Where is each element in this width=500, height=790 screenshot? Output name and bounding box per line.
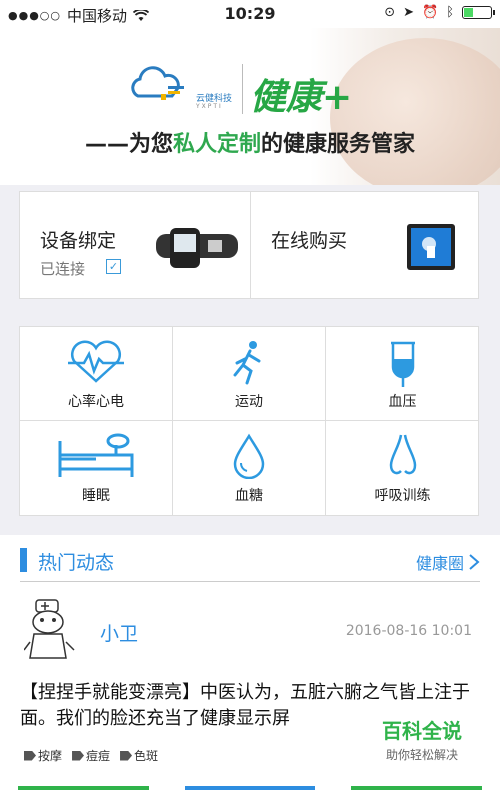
bluetooth-icon: ᛒ [446, 5, 454, 20]
wristband-icon [156, 228, 238, 268]
post-author[interactable]: 小卫 [100, 619, 138, 646]
sleep-tile[interactable]: 睡眠 [20, 421, 173, 515]
avatar[interactable] [24, 598, 76, 664]
heart-rate-icon [68, 340, 124, 383]
tag-icon [24, 750, 36, 761]
battery-icon [462, 6, 495, 19]
chevron-right-icon [469, 554, 480, 570]
banner-slogan: ——为您私人定制的健康服务管家 [84, 132, 416, 157]
tag-acne[interactable]: 痘痘 [72, 747, 110, 764]
tag-icon [72, 750, 85, 761]
location-icon: ➤ [403, 5, 414, 20]
cloud-logo-icon [131, 66, 184, 100]
online-purchase-card[interactable]: 在线购买 [251, 192, 479, 298]
divider [20, 581, 480, 582]
connection-status: 已连接 [40, 260, 86, 278]
drop-icon [233, 433, 265, 479]
heart-rate-tile[interactable]: 心率心电 [20, 327, 173, 421]
section-title: 热门动态 [38, 552, 115, 574]
blood-pressure-icon [390, 341, 415, 387]
breathing-training-tile[interactable]: 呼吸训练 [326, 421, 479, 515]
brand-logo: 健康+ [250, 77, 353, 118]
logo-divider [242, 64, 243, 114]
status-bar: ●●●○○ 中国移动 10:29 ⊙ ➤ ⏰ ᛒ [0, 0, 500, 28]
checkbox-icon: ✓ [106, 259, 121, 274]
running-icon [233, 341, 261, 385]
health-circle-link[interactable]: 健康圈 [416, 550, 480, 574]
tag-spots[interactable]: 色斑 [120, 747, 158, 764]
section-accent-bar [20, 548, 27, 572]
post-date: 2016-08-16 10:01 [345, 623, 472, 639]
health-function-grid: 心率心电 运动 血压 睡眠 血糖 呼吸训练 [19, 326, 479, 516]
blood-pressure-tile[interactable]: 血压 [326, 327, 479, 421]
hot-feed-section: 热门动态 健康圈 小卫 2016-08-16 10:01 【捏捏手就能变漂亮】中… [0, 535, 500, 790]
blood-sugar-tile[interactable]: 血糖 [173, 421, 326, 515]
hands-image [330, 38, 500, 185]
rotation-lock-icon: ⊙ [384, 5, 396, 20]
device-panel: 设备绑定 已连接 ✓ 在线购买 [19, 191, 479, 299]
online-purchase-title: 在线购买 [271, 230, 348, 252]
bed-icon [58, 433, 134, 477]
tablet-icon [407, 224, 455, 270]
alarm-icon: ⏰ [422, 5, 439, 20]
nose-icon [389, 434, 416, 475]
bottom-strips [0, 786, 500, 790]
device-binding-title: 设备绑定 [40, 230, 117, 252]
tag-massage[interactable]: 按摩 [24, 747, 62, 764]
post-tags: 按摩 痘痘 色斑 [24, 747, 158, 764]
tag-icon [120, 750, 133, 761]
watermark: 百科全说 助你轻松解决 [382, 719, 462, 762]
exercise-tile[interactable]: 运动 [173, 327, 326, 421]
hero-banner[interactable]: 云健科技 YXPTI 健康+ ——为您私人定制的健康服务管家 [0, 28, 500, 185]
device-binding-card[interactable]: 设备绑定 已连接 ✓ [20, 192, 251, 298]
company-name-en: YXPTI [196, 103, 223, 110]
